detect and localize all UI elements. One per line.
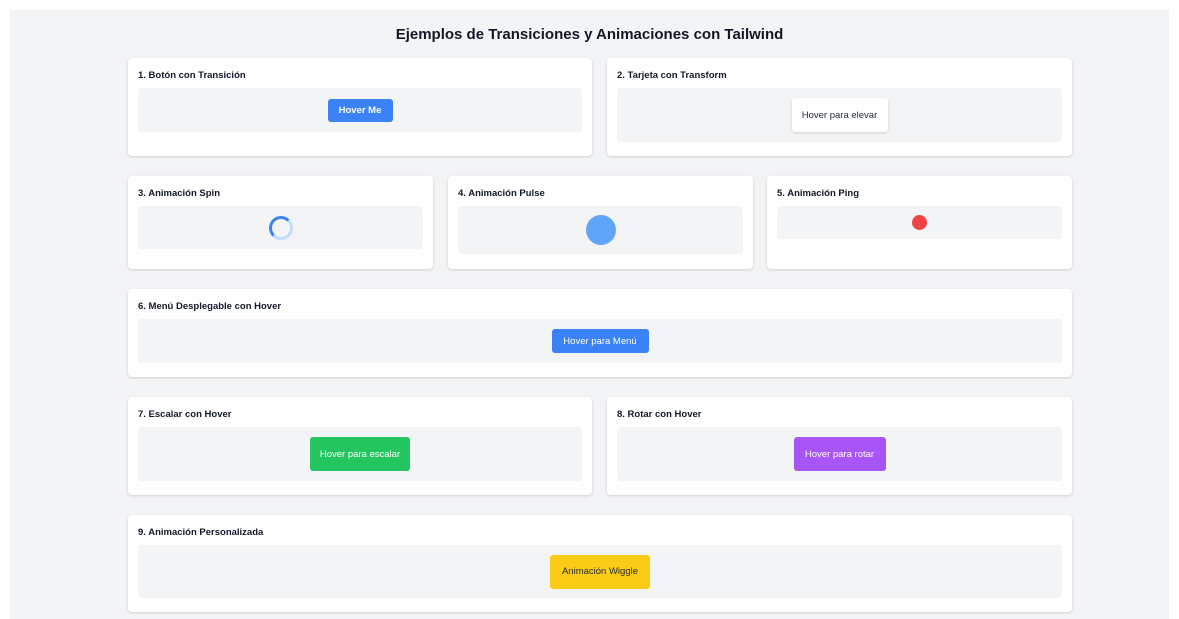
card-tarjeta-transform: 2. Tarjeta con Transform Hover para elev… xyxy=(607,58,1072,156)
demo-area: Animación Wiggle xyxy=(138,545,1062,598)
hover-menu-button[interactable]: Hover para Menú xyxy=(551,329,649,353)
ping-dot-icon xyxy=(912,215,927,230)
card-title: 7. Escalar con Hover xyxy=(138,409,232,420)
wiggle-button[interactable]: Animación Wiggle xyxy=(550,554,650,589)
demo-area: Hover para Menú xyxy=(138,319,1062,363)
demo-area: Hover para escalar xyxy=(138,427,582,481)
card-title: 2. Tarjeta con Transform xyxy=(617,70,727,81)
pulse-dot-icon xyxy=(585,215,616,245)
card-menu-desplegable: 6. Menú Desplegable con Hover Hover para… xyxy=(128,289,1072,377)
scale-button[interactable]: Hover para escalar xyxy=(310,437,410,471)
card-boton-transicion: 1. Botón con Transición Hover Me xyxy=(128,58,592,156)
rotate-button[interactable]: Hover para rotar xyxy=(793,437,886,471)
hover-me-button[interactable]: Hover Me xyxy=(327,98,393,122)
demo-area: Hover para elevar xyxy=(617,88,1062,142)
demo-area xyxy=(138,206,423,249)
card-title: 4. Animación Pulse xyxy=(458,188,545,199)
card-title: 3. Animación Spin xyxy=(138,188,220,199)
card-animacion-ping: 5. Animación Ping xyxy=(767,176,1072,269)
card-animacion-personalizada: 9. Animación Personalizada Animación Wig… xyxy=(128,515,1072,612)
elevate-card[interactable]: Hover para elevar xyxy=(791,98,888,132)
demo-area xyxy=(458,206,743,254)
page-title: Ejemplos de Transiciones y Animaciones c… xyxy=(395,26,784,43)
card-title: 8. Rotar con Hover xyxy=(617,409,702,420)
card-title: 1. Botón con Transición xyxy=(138,70,246,81)
page-background: Ejemplos de Transiciones y Animaciones c… xyxy=(10,10,1169,619)
demo-area xyxy=(777,206,1062,239)
card-escalar-hover: 7. Escalar con Hover Hover para escalar xyxy=(128,397,592,495)
card-animacion-pulse: 4. Animación Pulse xyxy=(448,176,753,269)
demo-area: Hover Me xyxy=(138,88,582,132)
card-title: 6. Menú Desplegable con Hover xyxy=(138,301,282,312)
demo-area: Hover para rotar xyxy=(617,427,1062,481)
spinner-icon xyxy=(268,215,293,240)
card-animacion-spin: 3. Animación Spin xyxy=(128,176,433,269)
card-rotar-hover: 8. Rotar con Hover Hover para rotar xyxy=(607,397,1072,495)
card-title: 5. Animación Ping xyxy=(777,188,859,199)
card-title: 9. Animación Personalizada xyxy=(138,527,264,538)
